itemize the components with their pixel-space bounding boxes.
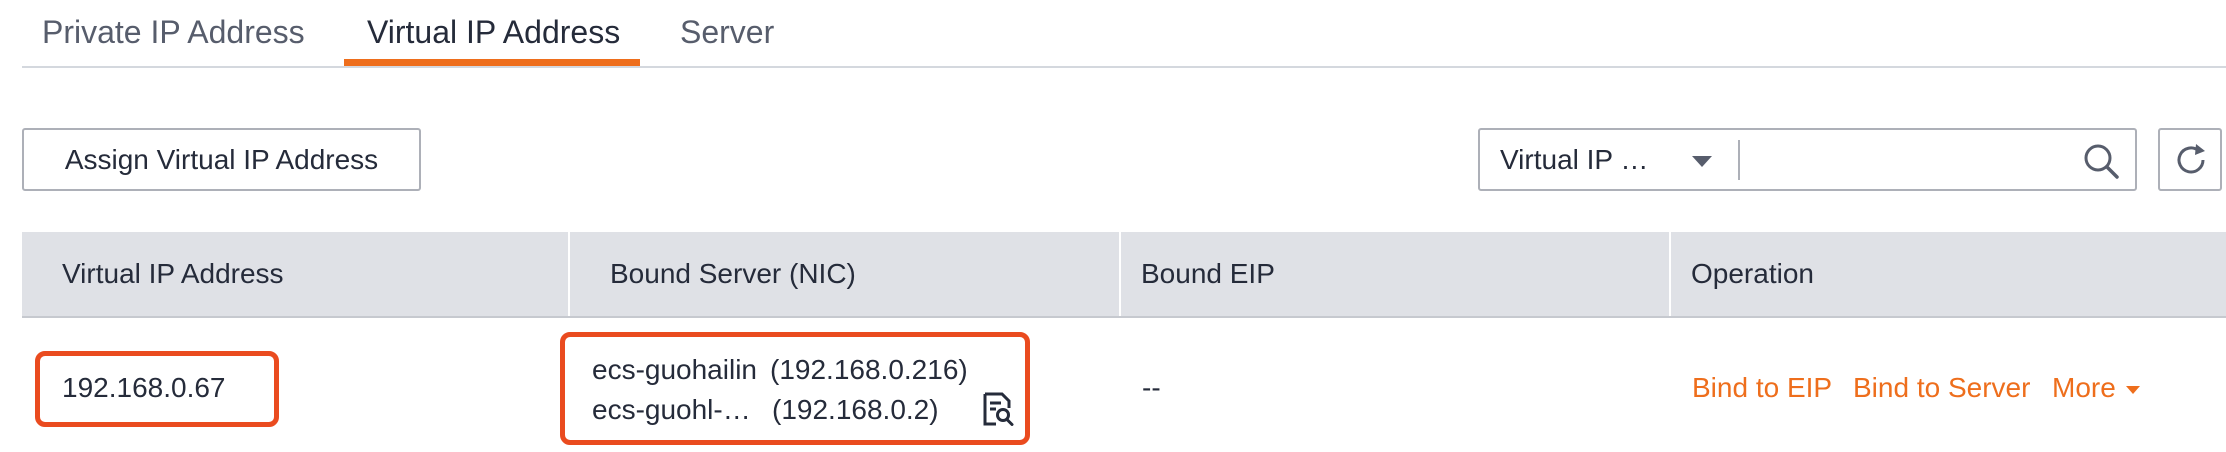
column-header-operation: Operation (1691, 258, 1814, 289)
tab-private-ip-address[interactable]: Private IP Address (42, 14, 305, 68)
search-divider (1738, 140, 1740, 180)
column-header-bound-server: Bound Server (NIC) (610, 258, 856, 289)
search-group: Virtual IP … (1478, 128, 2137, 191)
more-dropdown[interactable]: More (2052, 372, 2140, 404)
active-tab-indicator (344, 59, 640, 66)
search-icon[interactable] (2082, 142, 2120, 180)
bind-to-server-link[interactable]: Bind to Server (1853, 372, 2030, 404)
caret-down-icon (2125, 385, 2140, 394)
search-input[interactable] (1742, 134, 2062, 185)
column-header-bound-eip: Bound EIP (1141, 258, 1275, 289)
table-header-border (22, 316, 2226, 318)
column-header-virtual-ip: Virtual IP Address (62, 258, 284, 289)
highlight-box-virtual-ip (35, 351, 279, 427)
more-label: More (2052, 372, 2116, 403)
chevron-down-icon[interactable] (1692, 156, 1712, 167)
filter-select-value: Virtual IP … (1500, 143, 1649, 175)
highlight-box-bound-server (560, 332, 1030, 445)
refresh-button[interactable] (2158, 128, 2222, 191)
tab-bar: Private IP Address Virtual IP Address Se… (22, 0, 2226, 68)
refresh-icon (2177, 144, 2205, 174)
bind-to-eip-link[interactable]: Bind to EIP (1692, 372, 1832, 404)
bound-eip-cell: -- (1142, 372, 1161, 403)
assign-virtual-ip-button[interactable]: Assign Virtual IP Address (22, 128, 421, 191)
tab-server[interactable]: Server (680, 14, 774, 68)
table-header: Virtual IP Address Bound Server (NIC) Bo… (22, 232, 2226, 316)
